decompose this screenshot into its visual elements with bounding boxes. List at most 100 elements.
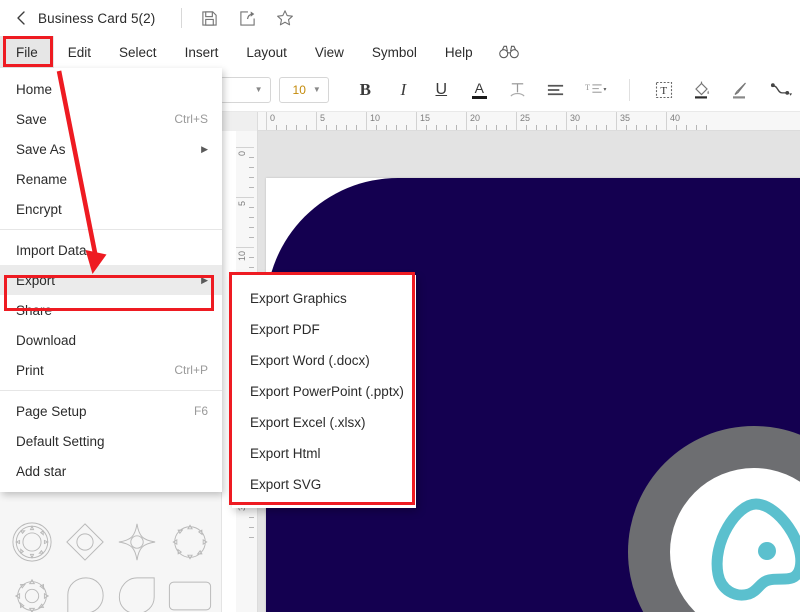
ruler-minor-tick [446,125,447,130]
file-menu-item-download[interactable]: Download [0,325,222,355]
italic-button[interactable]: I [389,75,418,105]
file-menu-item-label: Save As [16,141,66,157]
file-menu-item-label: Export [16,272,56,288]
ruler-minor-tick [249,227,254,228]
save-icon[interactable] [194,3,224,33]
file-menu-item-label: Encrypt [16,201,62,217]
ruler-minor-tick [526,125,527,130]
file-menu-item-export[interactable]: Export ▶ [0,265,222,295]
file-menu-item-page-setup[interactable]: Page Setup F6 [0,396,222,426]
menu-item-select[interactable]: Select [105,36,171,68]
font-size-select[interactable]: 10 ▼ [278,76,329,103]
export-submenu-item-export-excel-xlsx-[interactable]: Export Excel (.xlsx) [232,407,416,438]
rounded-rectangle-icon[interactable] [164,572,217,612]
ruler-major-tick [616,112,617,130]
gear-ring-icon[interactable] [6,518,59,566]
ruler-minor-tick [456,125,457,130]
export-submenu-item-export-word-docx-[interactable]: Export Word (.docx) [232,345,416,376]
font-size-value: 10 [292,82,306,97]
ruler-minor-tick [249,517,254,518]
font-color-button[interactable]: A [465,75,494,105]
italic-label: I [400,79,407,99]
bold-label: B [359,79,371,99]
align-button[interactable] [541,75,570,105]
ruler-minor-tick [249,177,254,178]
bold-button[interactable]: B [351,75,380,105]
share-icon[interactable] [232,3,262,33]
font-color-label: A [474,79,484,96]
ruler-minor-tick [576,125,577,130]
ruler-minor-tick [686,125,687,130]
ruler-major-tick [236,147,254,148]
menu-item-insert[interactable]: Insert [171,36,233,68]
logo-outer-ring[interactable] [628,426,800,612]
horizontal-ruler[interactable]: 0 5 10 15 20 25 30 35 40 [222,112,800,131]
ruler-minor-tick [249,207,254,208]
ruler-major-tick [236,247,254,248]
file-menu-item-label: Page Setup [16,403,87,419]
star-icon[interactable] [270,3,300,33]
logo-inner-circle[interactable] [670,468,800,612]
file-menu-item-save[interactable]: Save Ctrl+S [0,104,222,134]
ruler-tick-label: 40 [670,113,681,123]
back-button[interactable] [6,3,36,33]
rounded-blob-icon[interactable] [59,572,112,612]
menu-item-file[interactable]: File [0,36,54,68]
text-box-button[interactable]: T [649,75,678,105]
four-point-star-icon[interactable] [111,518,164,566]
line-spacing-button[interactable]: T [579,75,616,105]
menu-bar: File Edit Select Insert Layout View Symb… [0,36,800,68]
ruler-minor-tick [626,125,627,130]
small-gear-icon[interactable] [6,572,59,612]
ruler-major-tick [416,112,417,130]
ruler-minor-tick [676,125,677,130]
ruler-minor-tick [596,125,597,130]
export-submenu-item-export-html[interactable]: Export Html [232,438,416,469]
ruler-minor-tick [249,157,254,158]
file-menu-item-import-data[interactable]: Import Data [0,235,222,265]
underline-label: U [435,80,448,98]
font-color-swatch [471,95,487,99]
file-menu-item-encrypt[interactable]: Encrypt [0,194,222,224]
file-dropdown-menu: Home Save Ctrl+S Save As ▶ Rename Encrypt Impor… [0,68,222,492]
menu-item-help[interactable]: Help [431,36,487,68]
ruler-minor-tick [496,125,497,130]
ruler-minor-tick [586,125,587,130]
underline-button[interactable]: U [427,75,456,105]
line-style-button[interactable] [725,75,754,105]
diamond-circle-icon[interactable] [59,518,112,566]
ruler-minor-tick [249,267,254,268]
connector-button[interactable] [763,75,800,105]
ruler-minor-tick [436,125,437,130]
export-submenu-item-label: Export SVG [250,477,322,492]
export-submenu-item-export-graphics[interactable]: Export Graphics [232,283,416,314]
menu-item-symbol[interactable]: Symbol [358,36,431,68]
ruler-minor-tick [646,125,647,130]
ruler-tick-label: 30 [570,113,581,123]
ruler-tick-label: 15 [420,113,431,123]
file-menu-item-print[interactable]: Print Ctrl+P [0,355,222,385]
file-menu-item-rename[interactable]: Rename [0,164,222,194]
file-menu-item-default-setting[interactable]: Default Setting [0,426,222,456]
export-submenu-item-export-powerpoint-pptx-[interactable]: Export PowerPoint (.pptx) [232,376,416,407]
menu-item-edit[interactable]: Edit [54,36,105,68]
file-menu-item-home[interactable]: Home [0,74,222,104]
menu-item-layout[interactable]: Layout [232,36,301,68]
menu-item-view[interactable]: View [301,36,358,68]
ruler-minor-tick [396,125,397,130]
file-menu-item-share[interactable]: Share [0,295,222,325]
fill-bucket-button[interactable] [687,75,716,105]
export-submenu-item-export-pdf[interactable]: Export PDF [232,314,416,345]
binoculars-icon[interactable] [487,36,531,68]
ruler-minor-tick [706,125,707,130]
export-submenu-item-label: Export Graphics [250,291,347,306]
gear-icon[interactable] [164,518,217,566]
font-family-select[interactable]: ▼ [220,76,271,103]
logo-mark-icon[interactable] [704,498,800,606]
export-submenu-item-export-svg[interactable]: Export SVG [232,469,416,500]
file-menu-item-add-star[interactable]: Add star [0,456,222,486]
file-menu-item-save-as[interactable]: Save As ▶ [0,134,222,164]
leaf-icon[interactable] [111,572,164,612]
svg-text:T: T [660,85,667,97]
text-on-curve-button[interactable] [503,75,532,105]
